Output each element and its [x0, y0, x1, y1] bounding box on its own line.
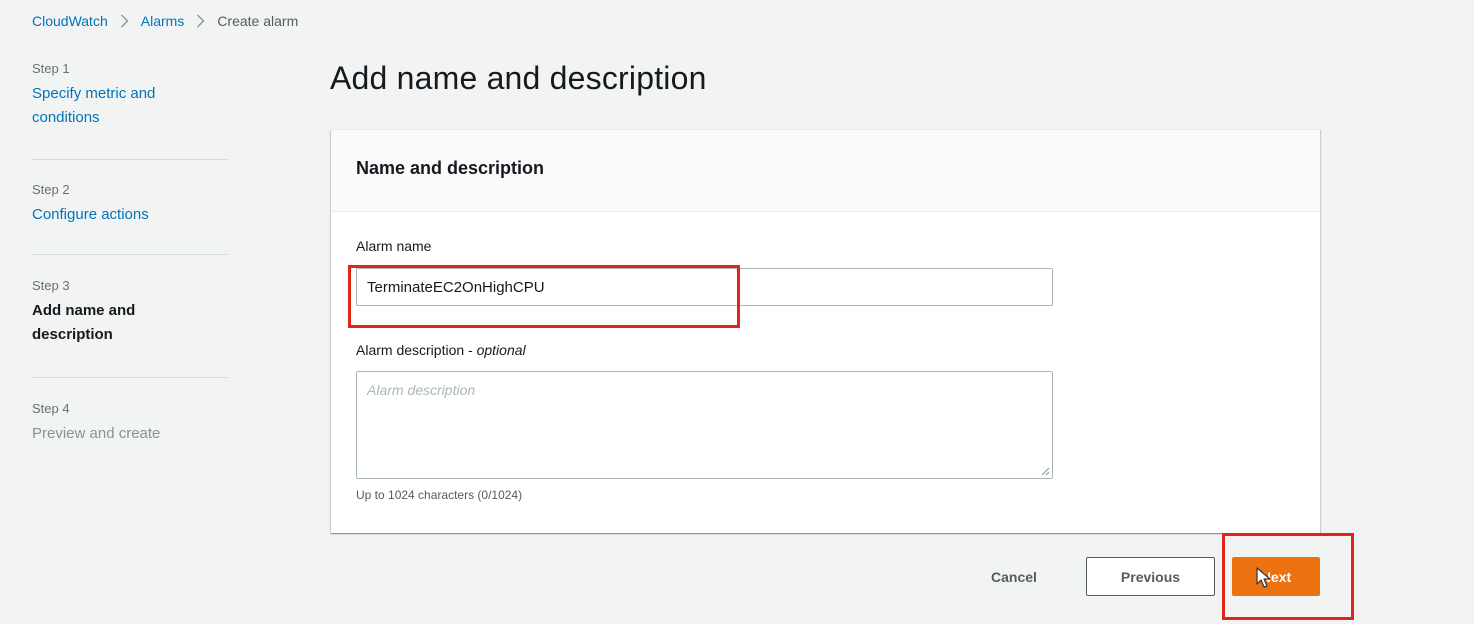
chevron-right-icon: [120, 14, 129, 28]
optional-tag: optional: [476, 342, 526, 358]
container-title: Name and description: [356, 158, 545, 178]
breadcrumb: CloudWatch Alarms Create alarm: [32, 13, 298, 29]
chevron-right-icon: [196, 14, 205, 28]
alarm-description-label: Alarm description - optional: [356, 342, 526, 358]
previous-button[interactable]: Previous: [1086, 557, 1215, 596]
step-number: Step 3: [32, 278, 70, 293]
step-number: Step 1: [32, 61, 70, 76]
alarm-name-label: Alarm name: [356, 238, 432, 254]
page-title: Add name and description: [330, 60, 707, 96]
step-number: Step 4: [32, 401, 70, 416]
step-link-configure-actions[interactable]: Configure actions: [32, 203, 228, 227]
alarm-description-hint: Up to 1024 characters (0/1024): [356, 488, 523, 502]
step-disabled-preview: Preview and create: [32, 425, 161, 442]
next-button[interactable]: Next: [1232, 557, 1320, 596]
step-link-specify-metric[interactable]: Specify metric and conditions: [32, 82, 202, 130]
step-number: Step 2: [32, 182, 70, 197]
wizard-steps: Step 1 Specify metric and conditions Ste…: [32, 60, 228, 446]
breadcrumb-alarms-link[interactable]: Alarms: [141, 13, 185, 29]
step-current-add-name: Add name and description: [32, 302, 136, 343]
container-header: Name and description: [331, 130, 1320, 212]
alarm-name-input[interactable]: [356, 268, 1053, 306]
alarm-description-label-text: Alarm description -: [356, 342, 477, 358]
resize-grip-icon[interactable]: [1041, 467, 1050, 476]
cancel-button[interactable]: Cancel: [975, 558, 1053, 596]
breadcrumb-cloudwatch-link[interactable]: CloudWatch: [32, 13, 108, 29]
wizard-step-4: Step 4 Preview and create: [32, 378, 228, 446]
wizard-step-2: Step 2 Configure actions: [32, 160, 228, 254]
alarm-description-textarea[interactable]: [356, 371, 1053, 479]
name-description-container: Name and description Alarm name Alarm de…: [331, 129, 1320, 533]
wizard-step-3: Step 3 Add name and description: [32, 255, 228, 377]
wizard-step-1: Step 1 Specify metric and conditions: [32, 60, 228, 159]
breadcrumb-current: Create alarm: [217, 13, 299, 29]
